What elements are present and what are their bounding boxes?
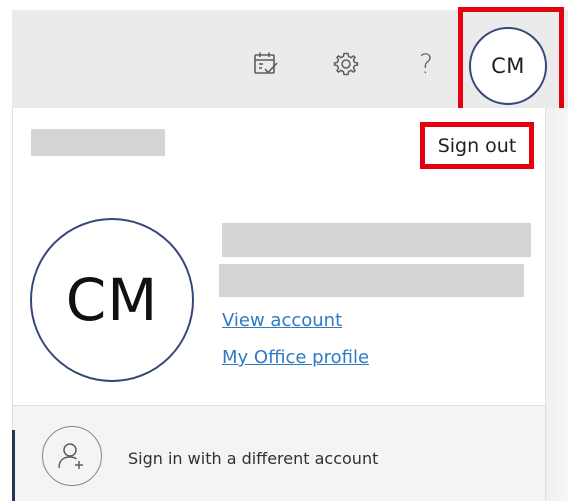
highlight-box-avatar — [458, 7, 564, 114]
switch-account-label[interactable]: Sign in with a different account — [128, 449, 378, 468]
sign-out-button[interactable]: Sign out — [420, 122, 534, 169]
add-person-icon[interactable] — [42, 426, 102, 486]
account-avatar-large: CM — [30, 218, 194, 382]
view-account-link[interactable]: View account — [222, 310, 342, 331]
email-redacted — [219, 264, 524, 297]
settings-gear-icon[interactable] — [330, 48, 362, 80]
footer-accent-bar — [12, 430, 15, 501]
display-name-redacted — [222, 223, 531, 257]
calendar-check-icon[interactable] — [250, 48, 282, 80]
organization-name-redacted — [31, 129, 165, 156]
avatar-large-initials: CM — [65, 266, 159, 334]
help-glyph: ? — [418, 48, 434, 80]
help-icon[interactable]: ? — [410, 46, 442, 82]
panel-shadow — [546, 108, 568, 501]
office-profile-link[interactable]: My Office profile — [222, 347, 369, 368]
